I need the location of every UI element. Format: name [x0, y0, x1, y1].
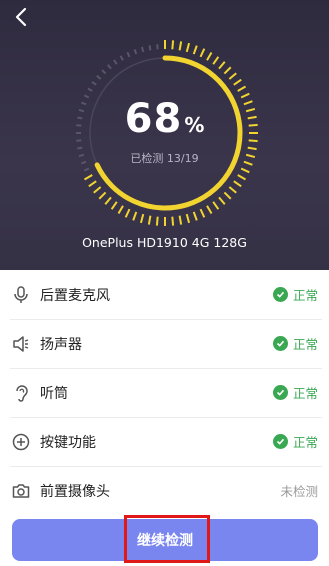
- gauge-tick: [133, 49, 138, 55]
- gauge-tick: [206, 51, 213, 61]
- item-label: 后置麦克风: [40, 287, 110, 304]
- gauge-tick: [228, 186, 237, 194]
- gauge-tick: [218, 196, 226, 205]
- gauge-tick: [77, 146, 83, 150]
- item-label: 前置摄像头: [40, 483, 110, 500]
- gauge-tick: [147, 215, 152, 225]
- gauge-tick: [178, 215, 183, 225]
- item-label: 按键功能: [40, 434, 96, 451]
- percent-symbol: %: [184, 113, 205, 137]
- gauge-tick: [83, 174, 93, 181]
- status-text: 正常: [292, 435, 318, 450]
- header-panel: 68% 已检测 13/19 OnePlus HD1910 4G 128G: [0, 0, 329, 270]
- gauge-tick: [185, 42, 191, 53]
- gauge-tick: [233, 180, 242, 188]
- gauge-tick: [88, 180, 97, 188]
- status-text: 正常: [292, 288, 318, 303]
- gauge-tick: [83, 167, 90, 172]
- gauge-tick: [237, 174, 247, 181]
- gauge-tick: [110, 201, 118, 210]
- gauge-tick: [192, 211, 198, 221]
- gauge-tick: [91, 81, 97, 86]
- gauge-tick: [212, 56, 220, 65]
- gauge-tick: [240, 167, 250, 174]
- gauge-tick: [223, 191, 232, 200]
- button-function-icon: [10, 431, 32, 453]
- list-item-button-function[interactable]: 按键功能 正常: [10, 417, 322, 467]
- back-button[interactable]: [8, 4, 34, 30]
- gauge-tick: [148, 45, 152, 51]
- speaker-icon: [10, 333, 32, 355]
- gauge-tick: [228, 72, 237, 80]
- gauge-tick: [124, 208, 131, 218]
- status-ok: 正常: [272, 432, 318, 451]
- gauge-tick: [117, 205, 124, 215]
- gauge-tick: [223, 66, 232, 75]
- status-text: 正常: [292, 337, 318, 352]
- gauge-tick: [233, 78, 242, 86]
- gauge-tick: [237, 85, 247, 92]
- gauge-tick: [171, 40, 175, 50]
- status-text: 正常: [292, 386, 318, 401]
- gauge-tick: [206, 205, 213, 215]
- list-item-rear-microphone[interactable]: 后置麦克风 正常: [10, 270, 322, 320]
- percent-value: 68: [124, 96, 183, 142]
- detected-count: 已检测 13/19: [130, 152, 199, 165]
- gauge-tick: [119, 55, 124, 61]
- gauge-tick: [218, 61, 226, 70]
- status-pending: 未检测: [280, 481, 318, 500]
- gauge-tick: [199, 208, 206, 218]
- list-item-front-camera[interactable]: 前置摄像头 未检测: [10, 466, 322, 515]
- gauge-tick: [171, 216, 175, 226]
- item-label: 听筒: [40, 385, 68, 402]
- gauge-tick: [113, 59, 118, 65]
- earpiece-icon: [10, 382, 32, 404]
- check-icon: [272, 287, 288, 302]
- gauge-tick: [155, 216, 159, 226]
- status-ok: 正常: [272, 334, 318, 353]
- gauge-tick: [178, 41, 183, 51]
- list-item-earpiece[interactable]: 听筒 正常: [10, 368, 322, 418]
- device-name: OnePlus HD1910 4G 128G: [82, 235, 247, 250]
- camera-icon: [10, 480, 32, 502]
- status-text: 未检测: [280, 484, 318, 499]
- gauge-tick: [247, 146, 257, 151]
- check-icon: [272, 385, 288, 400]
- gauge-tick: [199, 48, 206, 58]
- check-icon: [272, 336, 288, 351]
- status-ok: 正常: [272, 383, 318, 402]
- gauge-tick: [212, 201, 220, 210]
- gauge-tick: [107, 64, 112, 70]
- microphone-icon: [10, 284, 32, 306]
- gauge-tick: [104, 196, 112, 205]
- progress-percent: 68%: [0, 96, 329, 142]
- status-ok: 正常: [272, 285, 318, 304]
- gauge-tick: [98, 191, 107, 200]
- list-item-speaker[interactable]: 扬声器 正常: [10, 319, 322, 369]
- gauge-tick: [96, 75, 102, 80]
- gauge-tick: [126, 51, 131, 58]
- gauge-tick: [93, 186, 102, 194]
- gauge-tick: [87, 87, 93, 92]
- gauge-tick: [101, 69, 107, 75]
- gauge-tick: [185, 213, 191, 224]
- highlight-box: [124, 515, 210, 563]
- check-icon: [272, 434, 288, 449]
- gauge-tick: [192, 45, 198, 55]
- gauge-tick: [140, 46, 145, 53]
- item-label: 扬声器: [40, 336, 82, 353]
- chevron-left-icon: [15, 7, 27, 27]
- gauge-tick: [139, 213, 145, 224]
- gauge-tick: [132, 211, 138, 221]
